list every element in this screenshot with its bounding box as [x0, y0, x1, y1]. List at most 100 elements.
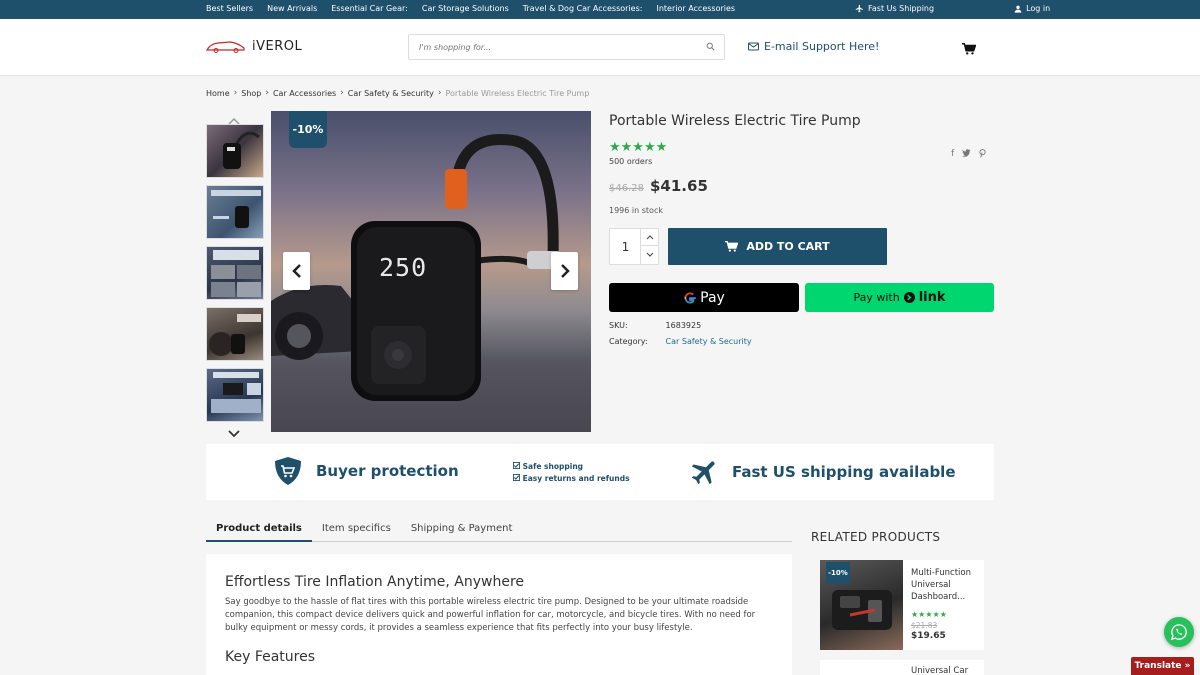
shield-cart-icon: [275, 457, 301, 485]
top-link-best-sellers[interactable]: Best Sellers: [206, 4, 253, 13]
cart-icon: [725, 241, 739, 252]
tab-shipping-payment[interactable]: Shipping & Payment: [401, 518, 523, 542]
current-price: $41.65: [650, 177, 708, 195]
thumbnail-1[interactable]: [206, 124, 264, 178]
top-bar: Best Sellers New Arrivals Essential Car …: [0, 0, 1200, 19]
related-name-line: Multi-Function: [911, 568, 971, 578]
checklist-item: Safe shopping: [513, 461, 630, 473]
rating-stars: ★★★★★: [609, 140, 668, 155]
product-title: Portable Wireless Electric Tire Pump: [609, 113, 861, 129]
category-link[interactable]: Car Safety & Security: [666, 337, 752, 346]
related-price: $19.65: [911, 631, 946, 641]
logo-text: iVEROL: [252, 39, 303, 54]
checklist-item: Easy returns and refunds: [513, 473, 630, 485]
buyer-protection-label: Buyer protection: [316, 462, 459, 480]
google-pay-button[interactable]: Pay: [609, 283, 799, 312]
top-link-new-arrivals[interactable]: New Arrivals: [267, 4, 317, 13]
quantity-stepper: 1: [609, 228, 659, 265]
site-logo[interactable]: iVEROL: [206, 39, 302, 54]
sku-value: 1683925: [665, 321, 702, 330]
link-pay-prefix: Pay with: [853, 291, 900, 304]
link-pay-button[interactable]: Pay with link: [805, 283, 994, 312]
user-icon: [1014, 5, 1022, 13]
safe-shopping-label: Safe shopping: [522, 462, 584, 471]
chevron-down-icon: [646, 252, 653, 257]
translate-button[interactable]: Translate »: [1131, 657, 1194, 675]
category-label: Category:: [609, 337, 648, 346]
sku-label: SKU:: [609, 321, 628, 330]
cart-icon: [962, 43, 977, 55]
airplane-icon: [691, 461, 715, 485]
related-product-card[interactable]: Universal Car: [820, 660, 984, 675]
login-label: Log in: [1026, 4, 1051, 13]
quantity-decrement-button[interactable]: [641, 246, 658, 263]
chevron-up-icon: [646, 234, 653, 239]
twitter-icon[interactable]: [962, 149, 971, 161]
car-logo-icon: [206, 40, 245, 53]
quantity-input[interactable]: 1: [610, 229, 641, 264]
top-link-storage[interactable]: Car Storage Solutions: [422, 4, 509, 13]
whatsapp-button[interactable]: [1164, 617, 1194, 647]
fast-shipping-link[interactable]: Fast Us Shipping: [855, 4, 974, 13]
category-row: Category: Car Safety & Security: [609, 337, 752, 346]
benefits-strip: Buyer protection Safe shopping Easy retu…: [206, 444, 994, 500]
main-product-image[interactable]: 250: [271, 111, 591, 432]
breadcrumb-car-accessories[interactable]: Car Accessories: [273, 89, 336, 98]
image-prev-button[interactable]: [283, 252, 310, 290]
related-product-card[interactable]: -10% Multi-Function Universal Dashboard.…: [820, 560, 984, 650]
top-link-travel-dog[interactable]: Travel & Dog Car Accessories:: [523, 4, 643, 13]
facebook-icon[interactable]: f: [951, 149, 954, 161]
add-to-cart-label: ADD TO CART: [746, 240, 830, 253]
plane-icon: [855, 4, 863, 13]
link-arrow-icon: [903, 292, 915, 303]
breadcrumb-car-safety[interactable]: Car Safety & Security: [348, 89, 434, 98]
related-rating-stars: ★★★★★: [911, 610, 947, 619]
top-link-essential-gear[interactable]: Essential Car Gear:: [331, 4, 408, 13]
thumbnail-4[interactable]: [206, 307, 264, 361]
share-links: f: [951, 149, 986, 161]
top-link-interior[interactable]: Interior Accessories: [656, 4, 735, 13]
tab-item-specifics[interactable]: Item specifics: [312, 518, 401, 542]
key-features-heading: Key Features: [225, 649, 316, 665]
breadcrumb-shop[interactable]: Shop: [241, 89, 261, 98]
easy-returns-label: Easy returns and refunds: [522, 474, 630, 483]
details-heading: Effortless Tire Inflation Anytime, Anywh…: [225, 574, 525, 590]
breadcrumb-separator: ›: [437, 88, 442, 98]
add-to-cart-button[interactable]: ADD TO CART: [668, 228, 887, 265]
quantity-arrows: [640, 229, 658, 264]
email-support-link[interactable]: E-mail Support Here!: [748, 40, 879, 53]
google-g-icon: [684, 291, 696, 304]
search-input[interactable]: [409, 35, 689, 60]
discount-badge: -10%: [289, 111, 327, 148]
thumbnail-5[interactable]: [206, 368, 264, 422]
breadcrumb-home[interactable]: Home: [206, 89, 230, 98]
whatsapp-icon: [1170, 624, 1187, 641]
pinterest-icon[interactable]: [979, 149, 986, 161]
product-details-panel: Effortless Tire Inflation Anytime, Anywh…: [206, 554, 792, 675]
google-pay-label: Pay: [700, 289, 725, 306]
top-nav: Best Sellers New Arrivals Essential Car …: [206, 4, 749, 13]
product-tabs: Product details Item specifics Shipping …: [206, 518, 792, 542]
pump-display-reading: 250: [379, 253, 428, 282]
related-name-line: Universal: [911, 580, 951, 590]
checkbox-icon: [513, 462, 520, 469]
tab-product-details[interactable]: Product details: [206, 518, 312, 542]
stock-status: 1996 in stock: [609, 206, 663, 215]
related-product-name[interactable]: Multi-Function Universal Dashboard...: [911, 567, 971, 603]
search-icon[interactable]: [706, 42, 715, 51]
login-link[interactable]: Log in: [1014, 4, 1090, 13]
header-cart-button[interactable]: [962, 40, 977, 59]
orders-count: 500 orders: [609, 157, 653, 166]
chevron-left-icon: [291, 264, 301, 278]
image-next-button[interactable]: [551, 252, 578, 290]
breadcrumb-current: Portable Wireless Electric Tire Pump: [445, 88, 590, 98]
thumbs-down-button[interactable]: [228, 423, 240, 442]
checkbox-icon: [513, 474, 520, 481]
quantity-increment-button[interactable]: [641, 229, 658, 246]
fast-shipping-benefit-label: Fast US shipping available: [732, 463, 956, 481]
thumbnail-list: [206, 124, 264, 429]
thumbnail-2[interactable]: [206, 185, 264, 239]
related-product-name[interactable]: Universal Car: [911, 666, 968, 675]
breadcrumb-separator: ›: [340, 88, 344, 98]
thumbnail-3[interactable]: [206, 246, 264, 300]
